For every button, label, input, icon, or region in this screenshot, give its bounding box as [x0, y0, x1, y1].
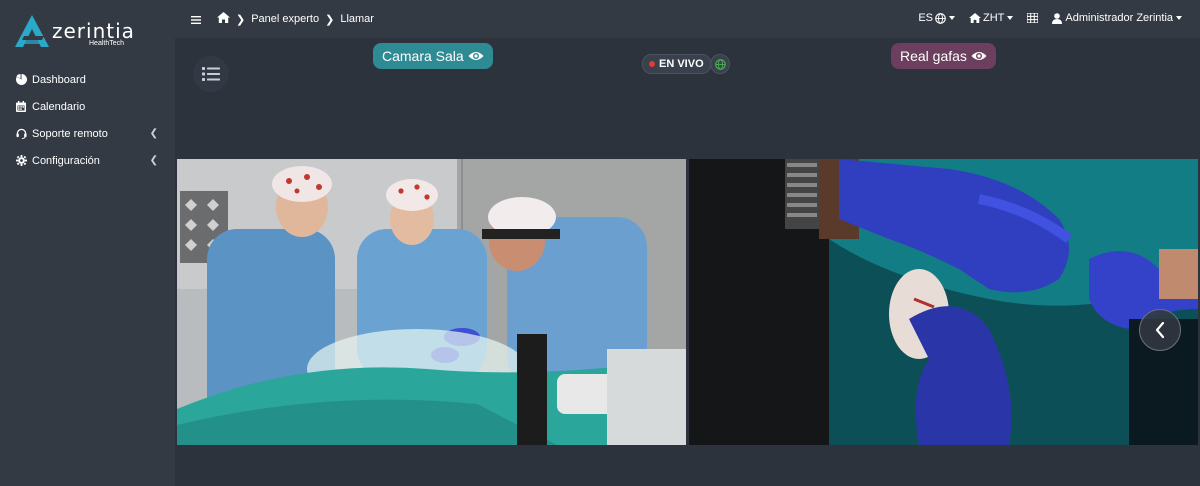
camera-room-video[interactable] — [177, 159, 686, 445]
live-badge: EN VIVO — [642, 54, 711, 74]
chart-pie-icon — [15, 74, 27, 86]
sidebar-item-configuracion[interactable]: Configuración ❮ — [0, 147, 175, 174]
headset-icon — [15, 128, 27, 140]
home-icon — [969, 13, 981, 23]
sidebar: zerintia HealthTech Dashboard Calendario… — [0, 0, 175, 486]
glasses-pov-scene — [689, 159, 1198, 445]
breadcrumb-item[interactable]: Panel experto — [251, 13, 319, 25]
breadcrumb-item: Llamar — [340, 13, 374, 25]
eye-icon — [971, 52, 987, 60]
chevron-right-icon: ❯ — [236, 13, 246, 26]
stream-label: Camara Sala — [382, 48, 464, 64]
topbar: ❯ Panel experto ❯ Llamar ES ZHT Administ… — [175, 0, 1200, 38]
caret-down-icon — [1007, 16, 1014, 20]
language-dropdown[interactable]: ES — [918, 12, 956, 24]
user-icon — [1052, 12, 1063, 24]
caret-down-icon — [1176, 16, 1182, 20]
camera-room-stream-toggle[interactable]: Camara Sala — [373, 43, 493, 69]
eye-icon — [468, 52, 484, 60]
language-label: ES — [918, 12, 934, 24]
network-status-button[interactable] — [710, 54, 730, 74]
globe-icon — [935, 12, 946, 24]
home-icon[interactable] — [217, 12, 230, 26]
topbar-right: ES ZHT Administrador Zerintia — [904, 12, 1182, 24]
breadcrumb: ❯ Panel experto ❯ Llamar — [217, 12, 374, 26]
user-name: Administrador Zerintia — [1065, 12, 1173, 24]
sidebar-item-label: Configuración — [32, 154, 100, 167]
live-label: EN VIVO — [659, 58, 704, 70]
caret-down-icon — [949, 16, 956, 20]
zerintia-logo-icon — [15, 15, 49, 47]
participants-list-button[interactable] — [193, 56, 229, 92]
live-dot — [649, 61, 655, 67]
chevron-right-icon: ❯ — [325, 13, 335, 26]
brand-subtitle: HealthTech — [89, 40, 125, 47]
list-icon — [202, 67, 220, 81]
calendar-icon — [15, 101, 27, 113]
organization-dropdown[interactable]: ZHT — [969, 12, 1014, 24]
operating-room-scene — [177, 159, 686, 445]
sidebar-item-label: Calendario — [32, 100, 86, 113]
smart-glasses-stream-toggle[interactable]: Real gafas — [891, 43, 996, 69]
sidebar-item-label: Soporte remoto — [32, 127, 108, 140]
hamburger-icon[interactable] — [191, 12, 201, 24]
sidebar-item-label: Dashboard — [32, 73, 86, 86]
smart-glasses-video[interactable] — [689, 159, 1198, 445]
grid-icon[interactable] — [1027, 13, 1039, 23]
sidebar-item-dashboard[interactable]: Dashboard — [0, 66, 175, 93]
gear-icon — [15, 155, 27, 167]
user-dropdown[interactable]: Administrador Zerintia — [1052, 12, 1182, 24]
brand-logo[interactable]: zerintia HealthTech — [14, 12, 164, 52]
chevron-left-icon — [1155, 321, 1165, 339]
globe-icon — [714, 58, 726, 70]
stream-label: Real gafas — [900, 48, 967, 64]
sidebar-item-calendario[interactable]: Calendario — [0, 93, 175, 120]
chevron-left-icon: ❮ — [149, 155, 158, 166]
sidebar-nav: Dashboard Calendario Soporte remoto ❮ Co… — [0, 66, 175, 174]
next-stream-button[interactable] — [1139, 309, 1181, 351]
sidebar-item-soporte-remoto[interactable]: Soporte remoto ❮ — [0, 120, 175, 147]
chevron-left-icon: ❮ — [149, 128, 158, 139]
call-panel: Camara Sala EN VIVO Real gafas — [175, 38, 1200, 486]
organization-label: ZHT — [983, 12, 1005, 24]
